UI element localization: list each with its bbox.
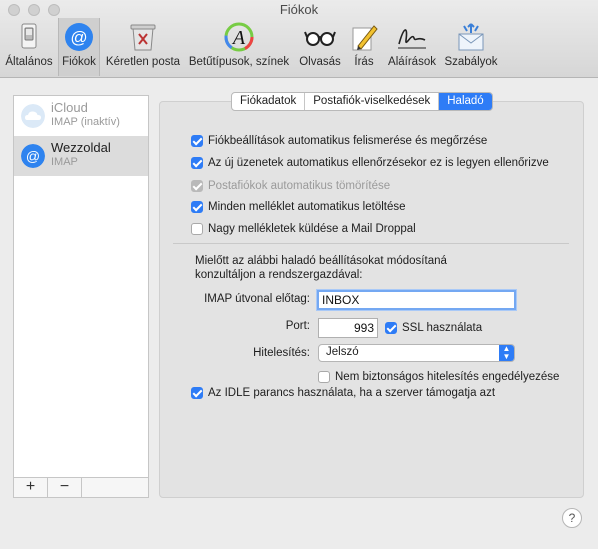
- font-colors-icon: A: [224, 22, 254, 52]
- authentication-value: Jelszó: [326, 346, 359, 358]
- account-name: iCloud: [51, 100, 88, 115]
- account-name: Wezzoldal: [51, 140, 111, 155]
- svg-text:@: @: [70, 28, 87, 47]
- cloud-icon: [21, 104, 45, 128]
- checkbox[interactable]: [191, 135, 203, 147]
- add-account-button[interactable]: +: [14, 478, 48, 497]
- toolbar-junk-mail[interactable]: Kéretlen posta: [102, 18, 184, 76]
- advanced-warning-text: Mielőtt az alábbi haladó beállításokat m…: [195, 255, 447, 281]
- toolbar-viewing[interactable]: Olvasás: [296, 18, 344, 76]
- settings-tabs: Fiókadatok Postafiók-viselkedések Haladó: [231, 92, 493, 111]
- checkbox-disabled: [191, 180, 203, 192]
- toolbar-composing[interactable]: Írás: [348, 18, 380, 76]
- authentication-label: Hitelesítés:: [253, 347, 310, 359]
- toolbar-rules[interactable]: Szabályok: [442, 18, 500, 76]
- checkbox[interactable]: [191, 387, 203, 399]
- window-titlebar: Fiókok Általános @ Fiókok Kéretlen posta…: [0, 0, 598, 78]
- account-item-wezzoldal[interactable]: @ Wezzoldal IMAP: [14, 136, 148, 176]
- checkbox[interactable]: [385, 322, 397, 334]
- help-button[interactable]: ?: [562, 508, 582, 528]
- tab-advanced[interactable]: Haladó: [439, 93, 492, 110]
- toolbar-accounts[interactable]: @ Fiókok: [58, 18, 100, 76]
- pencil-icon: [352, 25, 378, 51]
- port-label: Port:: [285, 320, 310, 332]
- authentication-select[interactable]: Jelszó ▲ ▼: [318, 344, 515, 362]
- imap-prefix-label: IMAP útvonal előtag:: [204, 293, 310, 305]
- tab-mailbox-behaviors[interactable]: Postafiók-viselkedések: [305, 93, 440, 110]
- window-title: Fiókok: [279, 2, 319, 17]
- svg-text:A: A: [231, 27, 246, 49]
- option-include-new-mail-check[interactable]: Az új üzenetek automatikus ellenőrzéseko…: [191, 155, 549, 171]
- option-use-ssl[interactable]: SSL használata: [385, 320, 482, 336]
- checkbox[interactable]: [191, 223, 203, 235]
- svg-text:@: @: [26, 148, 40, 164]
- sidebar-footer: + −: [14, 477, 148, 497]
- tab-account-information[interactable]: Fiókadatok: [232, 93, 306, 110]
- checkbox[interactable]: [191, 157, 203, 169]
- rules-icon: [458, 23, 484, 51]
- option-compact-mailboxes: Postafiókok automatikus tömörítése: [191, 178, 390, 194]
- option-insecure-auth[interactable]: Nem biztonságos hitelesítés engedélyezés…: [318, 369, 559, 385]
- section-divider: [173, 243, 569, 244]
- toolbar-fonts-colors[interactable]: A Betűtípusok, színek: [186, 18, 292, 76]
- option-download-attachments[interactable]: Minden melléklet automatikus letöltése: [191, 199, 406, 215]
- port-input[interactable]: [318, 318, 378, 338]
- remove-account-button[interactable]: −: [48, 478, 82, 497]
- switch-icon: [21, 23, 37, 49]
- checkbox[interactable]: [191, 201, 203, 213]
- signature-icon: [398, 29, 426, 49]
- checkbox[interactable]: [318, 371, 330, 383]
- at-icon: @: [21, 144, 45, 168]
- accounts-list: iCloud IMAP (inaktív) @ Wezzoldal IMAP +…: [13, 95, 149, 498]
- at-icon: @: [65, 23, 93, 51]
- glasses-icon: [304, 31, 336, 46]
- option-mail-drop[interactable]: Nagy mellékletek küldése a Mail Droppal: [191, 221, 416, 237]
- option-auto-detect-settings[interactable]: Fiókbeállítások automatikus felismerése …: [191, 133, 487, 149]
- account-type: IMAP (inaktív): [51, 116, 120, 128]
- chevron-updown-icon: ▲ ▼: [499, 345, 514, 361]
- account-type: IMAP: [51, 156, 78, 168]
- toolbar-signatures[interactable]: Aláírások: [384, 18, 440, 76]
- junk-trash-icon: [130, 24, 156, 51]
- toolbar-general[interactable]: Általános: [4, 18, 54, 76]
- option-idle-command[interactable]: Az IDLE parancs használata, ha a szerver…: [191, 385, 495, 401]
- imap-prefix-input[interactable]: [317, 290, 516, 310]
- account-item-icloud[interactable]: iCloud IMAP (inaktív): [14, 96, 148, 136]
